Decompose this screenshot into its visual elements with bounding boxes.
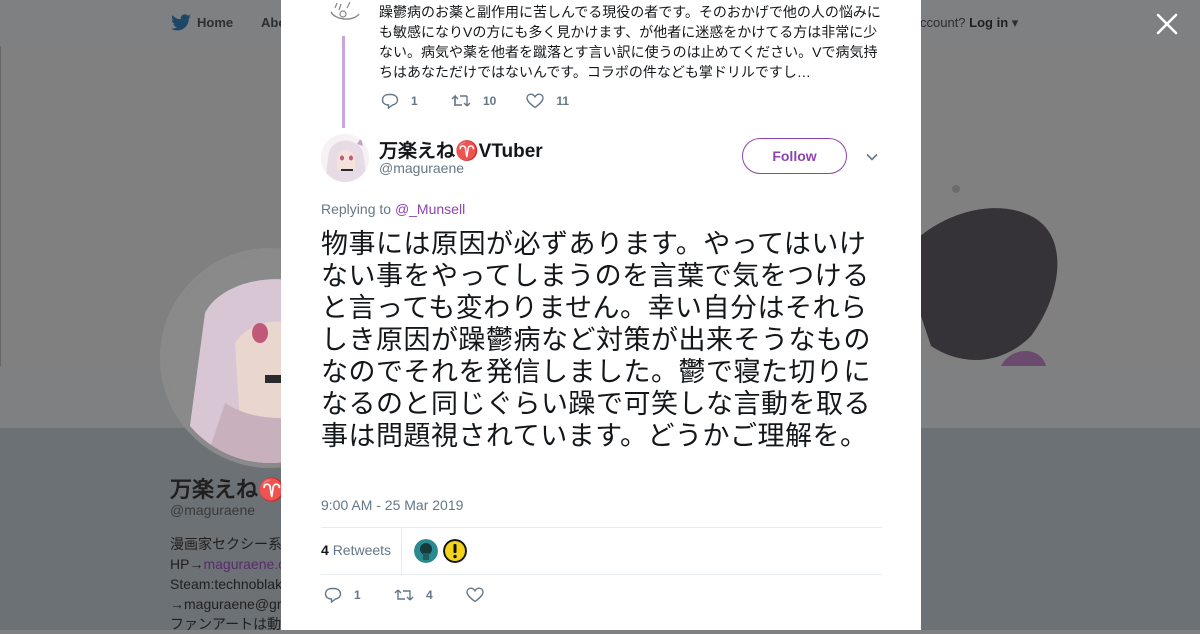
retweet-stat-label: Retweets [332,542,392,558]
retweet-stat[interactable]: 4 Retweets [321,542,391,558]
retweeter-avatar[interactable] [443,539,467,563]
bio-line: →maguraene@gr [170,596,282,612]
bio-line: 漫画家セクシー系 [170,536,282,552]
account-prompt: ccount? [920,15,966,30]
replying-prefix: Replying to [321,201,392,217]
reply-icon [324,587,342,603]
reply-button[interactable]: 1 [381,93,421,109]
author-avatar-illustration [321,134,369,182]
author-handle[interactable]: @maguraene [379,160,464,176]
retweet-icon [394,589,414,601]
retweeter-avatar[interactable] [414,539,438,563]
heart-icon [526,93,545,109]
profile-name: 万楽えね♈ [170,477,286,502]
bio-link[interactable]: maguraene.c [203,556,285,572]
retweet-button[interactable]: 10 [451,93,496,109]
tweet-timestamp[interactable]: 9:00 AM - 25 Mar 2019 [321,497,463,513]
author-name[interactable]: 万楽えね♈VTuber [379,136,543,163]
replying-to: Replying to @_Munsell [321,201,465,217]
profile-bio: 漫画家セクシー系 HP→maguraene.c Steam:technoblak… [170,534,285,634]
reply-count: 1 [354,588,361,602]
follow-button[interactable]: Follow [742,138,847,174]
stats-separator [401,528,402,574]
like-count: 11 [556,94,570,108]
author-avatar[interactable] [321,134,369,182]
twitter-bird-icon [171,14,191,31]
tweet-stats: 4 Retweets [321,528,882,574]
previous-tweet-actions: 1 10 11 [381,93,599,109]
login-caret-icon: ▾ [1008,15,1019,30]
divider [321,574,882,575]
tweet-actions: 1 4 [324,587,526,603]
tweet-text: 物事には原因が必ずあります。やってはいけない事をやってしまうのを言葉で気をつける… [321,229,871,451]
reply-icon [381,93,399,109]
previous-tweet-text: 躁鬱病のお薬と副作用に苦しんでる現役の者です。そのおかげで他の人の悩みにも敏感に… [379,4,881,80]
like-button[interactable] [466,587,496,603]
bio-line: ファンアートは動 [170,616,282,632]
thread-connector-line [342,36,345,128]
retweet-count: 10 [483,94,497,108]
reply-mention-link[interactable]: @_Munsell [395,201,465,217]
reply-count: 1 [411,94,418,108]
bio-line: HP→maguraene.c [170,556,286,572]
login-link[interactable]: Log in [969,15,1008,30]
reply-button[interactable]: 1 [324,587,364,603]
tweet-permalink-modal: 躁鬱病のお薬と副作用に苦しんでる現役の者です。そのおかげで他の人の悩みにも敏感に… [281,0,921,630]
nav-home[interactable]: Home [197,15,233,30]
retweet-icon [451,94,471,107]
heart-icon [466,587,484,603]
chevron-down-icon[interactable] [865,150,879,164]
close-icon[interactable] [1155,12,1179,36]
retweet-count: 4 [426,588,433,602]
retweet-stat-count: 4 [321,542,329,558]
previous-author-avatar[interactable] [325,0,365,28]
profile-handle: @maguraene [170,502,256,518]
bio-line: Steam:technoblak [170,576,283,592]
retweet-button[interactable]: 4 [394,587,436,603]
login-area: ccount? Log in ▾ [920,15,1018,31]
like-button[interactable]: 11 [526,93,569,109]
